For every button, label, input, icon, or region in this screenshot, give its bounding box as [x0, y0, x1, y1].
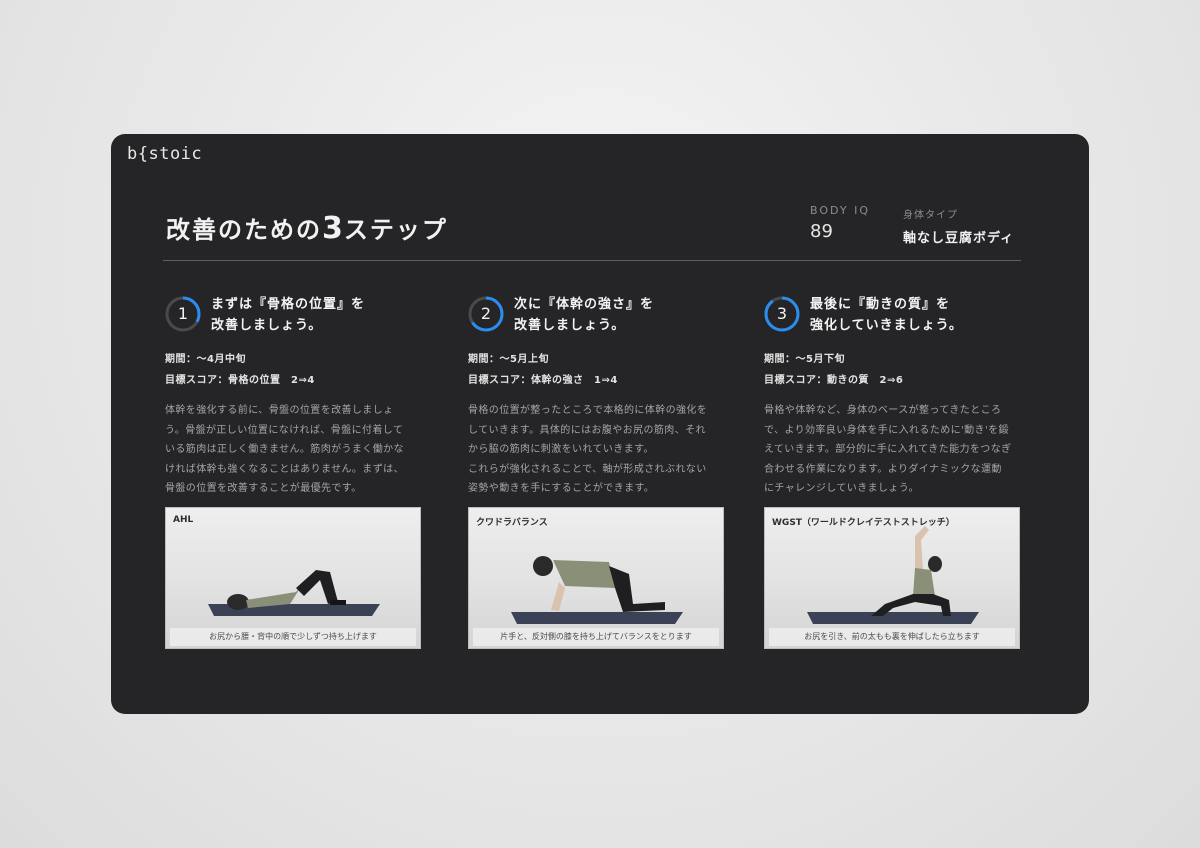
step-meta: 期間：～5月上旬 目標スコア：体幹の強さ 1⇒4 [468, 349, 724, 391]
page-title: 改善のための3ステップ [166, 210, 448, 246]
exercise-photo: クワドラバランス 片手と、反対側の膝を持ち上げてバランスをとります [468, 507, 724, 649]
step-number: 3 [776, 304, 788, 323]
step-title-line2: 改善しましょう。 [514, 318, 626, 333]
header-divider [163, 260, 1021, 261]
step-progress-ring: 1 [165, 296, 201, 332]
step-meta: 期間：～4月中旬 目標スコア：骨格の位置 2⇒4 [165, 349, 421, 391]
step-target: 目標スコア：動きの質 2⇒6 [764, 375, 904, 386]
exercise-photo: AHL お尻から腰・背中の順で少しずつ持ち上げます [165, 507, 421, 649]
step-3: 3 最後に『動きの質』を 強化していきましょう。 期間：～5月下旬 目標スコア：… [764, 294, 1020, 649]
brand-logo: b{stoic [127, 144, 203, 164]
step-progress-ring: 2 [468, 296, 504, 332]
step-title: まずは『骨格の位置』を 改善しましょう。 [211, 294, 365, 336]
exercise-name: AHL [173, 515, 194, 525]
report-card: b{stoic 改善のための3ステップ BODY IQ 89 身体タイプ 軸なし… [111, 134, 1089, 714]
step-header: 1 まずは『骨格の位置』を 改善しましょう。 [165, 294, 421, 338]
exercise-photo: WGST（ワールドクレイテストストレッチ） お尻を引き、前の太もも裏を伸ばしたら… [764, 507, 1020, 649]
step-title-line1: 次に『体幹の強さ』を [514, 297, 655, 312]
page-title-number: 3 [322, 211, 344, 246]
step-description: 骨格の位置が整ったところで本格的に体幹の強化を していきます。具体的にはお腹やお… [468, 405, 708, 494]
exercise-caption: お尻から腰・背中の順で少しずつ持ち上げます [170, 628, 416, 646]
step-progress-ring: 3 [764, 296, 800, 332]
body-iq: BODY IQ 89 [810, 204, 870, 242]
step-title: 次に『体幹の強さ』を 改善しましょう。 [514, 294, 654, 336]
body-iq-label: BODY IQ [810, 204, 870, 217]
step-title-line2: 改善しましょう。 [211, 318, 323, 333]
step-1: 1 まずは『骨格の位置』を 改善しましょう。 期間：～4月中旬 目標スコア：骨格… [165, 294, 421, 649]
step-header: 2 次に『体幹の強さ』を 改善しましょう。 [468, 294, 724, 338]
step-target: 目標スコア：骨格の位置 2⇒4 [165, 375, 315, 386]
step-description: 骨格や体幹など、身体のベースが整ってきたところ で、より効率良い身体を手に入れる… [764, 405, 1012, 494]
step-number: 2 [480, 304, 492, 323]
page-title-suffix: ステップ [343, 216, 448, 244]
step-description: 体幹を強化する前に、骨盤の位置を改善しましょ う。骨盤が正しい位置になければ、骨… [165, 405, 404, 494]
step-number: 1 [177, 304, 189, 323]
exercise-caption: 片手と、反対側の膝を持ち上げてバランスをとります [473, 628, 719, 646]
step-header: 3 最後に『動きの質』を 強化していきましょう。 [764, 294, 1020, 338]
page-title-prefix: 改善のための [166, 216, 322, 244]
step-period: 期間：～5月下旬 [764, 354, 845, 365]
step-meta: 期間：～5月下旬 目標スコア：動きの質 2⇒6 [764, 349, 1020, 391]
step-target: 目標スコア：体幹の強さ 1⇒4 [468, 375, 618, 386]
body-type-label: 身体タイプ [903, 210, 958, 221]
body-type: 身体タイプ 軸なし豆腐ボディ [903, 206, 1014, 246]
body-iq-value: 89 [810, 221, 833, 242]
exercise-name: クワドラバランス [476, 518, 548, 528]
step-period: 期間：～4月中旬 [165, 354, 246, 365]
step-2: 2 次に『体幹の強さ』を 改善しましょう。 期間：～5月上旬 目標スコア：体幹の… [468, 294, 724, 649]
exercise-name: WGST（ワールドクレイテストストレッチ） [772, 518, 955, 528]
step-title-line2: 強化していきましょう。 [810, 318, 963, 333]
step-title: 最後に『動きの質』を 強化していきましょう。 [810, 294, 963, 336]
exercise-caption: お尻を引き、前の太もも裏を伸ばしたら立ちます [769, 628, 1015, 646]
body-type-value: 軸なし豆腐ボディ [903, 231, 1015, 246]
step-title-line1: まずは『骨格の位置』を [211, 297, 366, 312]
step-title-line1: 最後に『動きの質』を [810, 297, 951, 312]
step-period: 期間：～5月上旬 [468, 354, 549, 365]
